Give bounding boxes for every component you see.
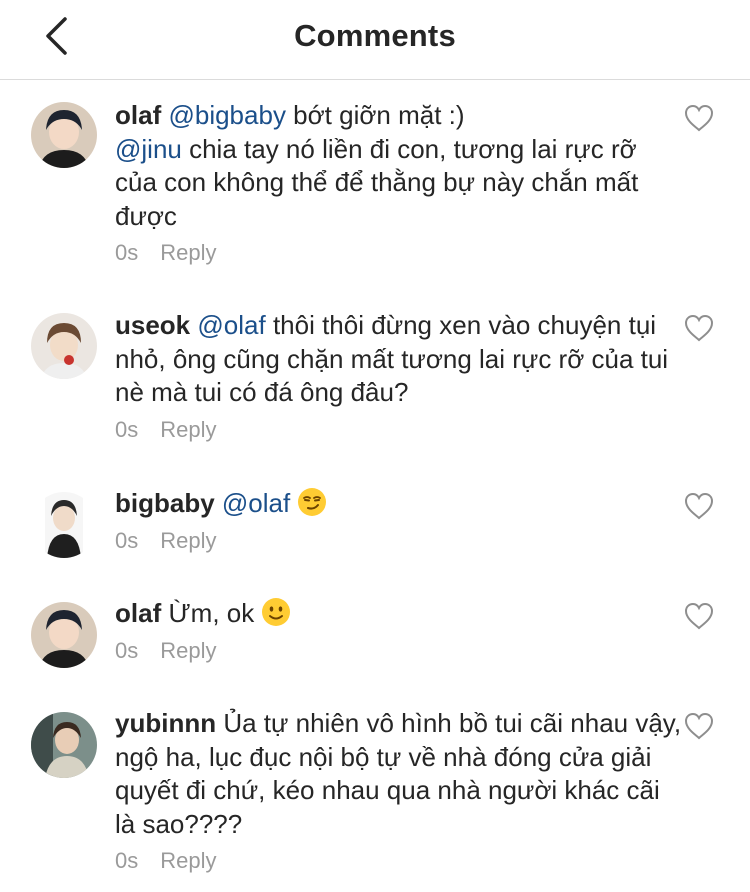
reply-button[interactable]: Reply: [160, 417, 216, 442]
mention-link[interactable]: @olaf: [222, 488, 290, 518]
comment-body: bigbaby @olaf 0s Reply: [115, 487, 685, 556]
avatar[interactable]: [31, 602, 97, 668]
comment-text-segment: chia tay nó liền đi con, tương lai rực r…: [115, 133, 639, 231]
comment-meta: 0s Reply: [115, 238, 685, 268]
comment-username[interactable]: yubinnn: [115, 708, 216, 738]
heart-icon[interactable]: [684, 314, 714, 342]
comment-text: bigbaby @olaf: [115, 487, 685, 521]
reply-button[interactable]: Reply: [160, 240, 216, 265]
page-title: Comments: [294, 18, 456, 53]
heart-icon[interactable]: [684, 104, 714, 132]
comment-text-segment: [290, 488, 297, 518]
slightly-smiling-face-emoji: [262, 598, 291, 626]
comment-timestamp: 0s: [115, 240, 139, 265]
comment-body: useok @olaf thôi thôi đừng xen vào chuyệ…: [115, 309, 685, 445]
avatar[interactable]: [31, 492, 97, 558]
heart-icon[interactable]: [684, 712, 714, 740]
mention-link[interactable]: @olaf: [197, 310, 265, 340]
comment-username[interactable]: olaf: [115, 100, 161, 130]
comment-body: yubinnn Ủa tự nhiên vô hình bồ tui cãi n…: [115, 707, 685, 876]
heart-icon[interactable]: [684, 602, 714, 630]
header-bar: Comments: [0, 0, 750, 80]
comment-meta: 0s Reply: [115, 636, 685, 666]
comment-timestamp: 0s: [115, 848, 139, 873]
comment-text-segment: bớt giỡn mặt :): [285, 100, 465, 130]
comment-text: olaf Ừm, ok: [115, 597, 685, 631]
comment-text: useok @olaf thôi thôi đừng xen vào chuyệ…: [115, 309, 685, 410]
comment-timestamp: 0s: [115, 416, 139, 442]
comment-text-segment: Ừm, ok: [161, 598, 262, 628]
mention-link[interactable]: @bigbaby: [168, 100, 285, 130]
reply-button[interactable]: Reply: [160, 528, 216, 553]
comment-username[interactable]: bigbaby: [115, 488, 215, 518]
comment-meta: 0s Reply: [115, 415, 685, 445]
avatar[interactable]: [31, 313, 97, 379]
reply-button[interactable]: Reply: [160, 848, 216, 873]
heart-icon[interactable]: [684, 492, 714, 520]
comment-text: olaf @bigbaby bớt giỡn mặt :) @jinu chia…: [115, 99, 685, 233]
comment-meta: 0s Reply: [115, 846, 685, 876]
reply-button[interactable]: Reply: [160, 638, 216, 663]
comment-timestamp: 0s: [115, 637, 139, 663]
comment-username[interactable]: olaf: [115, 598, 161, 628]
comment-meta: 0s Reply: [115, 526, 685, 556]
smirking-face-emoji: [298, 488, 327, 516]
comment-text: yubinnn Ủa tự nhiên vô hình bồ tui cãi n…: [115, 707, 685, 841]
mention-link[interactable]: @jinu: [115, 134, 182, 164]
comment-username[interactable]: useok: [115, 310, 190, 340]
comment-body: olaf @bigbaby bớt giỡn mặt :) @jinu chia…: [115, 99, 685, 268]
comment-body: olaf Ừm, ok 0s Reply: [115, 597, 685, 666]
comment-timestamp: 0s: [115, 527, 139, 553]
avatar[interactable]: [31, 102, 97, 168]
avatar[interactable]: [31, 712, 97, 778]
